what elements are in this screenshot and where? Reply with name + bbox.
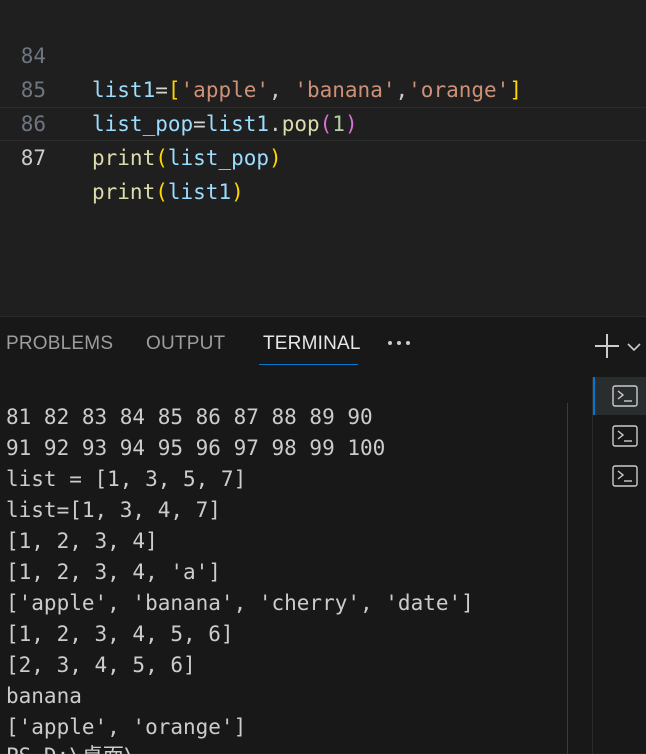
- line-number: 87: [20, 146, 46, 170]
- terminal-line: [2, 3, 4, 5, 6]: [6, 653, 196, 677]
- terminal-icon: [612, 385, 638, 407]
- terminal-session-3[interactable]: [593, 457, 646, 495]
- code-line-86[interactable]: 86 print(list_pop): [0, 73, 646, 170]
- bottom-panel: PROBLEMS OUTPUT TERMINAL 81 82 83 84 85 …: [0, 316, 646, 754]
- terminal-line: 91 92 93 94 95 96 97 98 99 100: [6, 436, 386, 460]
- more-actions-icon[interactable]: [386, 335, 412, 351]
- tab-output[interactable]: OUTPUT: [146, 333, 225, 355]
- terminal-icon: [612, 465, 638, 487]
- terminal-prompt[interactable]: PS D:\桌面\: [6, 741, 137, 754]
- code-line-87[interactable]: 87 print(list1): [0, 107, 646, 204]
- code-editor[interactable]: 84 list1=['apple', 'banana','orange'] 85…: [0, 0, 646, 316]
- code-token: print: [92, 180, 156, 204]
- code-text[interactable]: print(list_pop): [92, 141, 282, 175]
- code-text[interactable]: print(list1): [92, 175, 244, 209]
- terminal-line: [1, 2, 3, 4, 5, 6]: [6, 622, 234, 646]
- terminal-line: 81 82 83 84 85 86 87 88 89 90: [6, 405, 373, 429]
- code-token: ): [231, 180, 244, 204]
- code-token: print: [92, 146, 156, 170]
- terminal-session-list: [592, 377, 646, 754]
- terminal-line: banana: [6, 684, 82, 708]
- terminal-session-2[interactable]: [593, 417, 646, 455]
- terminal-line: [1, 2, 3, 4]: [6, 529, 158, 553]
- terminal-icon: [612, 425, 638, 447]
- code-token: list1: [167, 180, 232, 204]
- new-terminal-icon[interactable]: [594, 333, 620, 359]
- chevron-down-icon[interactable]: [626, 339, 642, 355]
- tab-problems[interactable]: PROBLEMS: [6, 333, 113, 355]
- terminal-output[interactable]: 81 82 83 84 85 86 87 88 89 90 91 92 93 9…: [0, 377, 568, 754]
- code-line-85[interactable]: 85 list_pop=list1.pop(1): [0, 39, 646, 136]
- terminal-session-1[interactable]: [593, 377, 646, 415]
- code-line-84[interactable]: 84 list1=['apple', 'banana','orange']: [0, 5, 646, 102]
- code-token: ): [269, 146, 282, 170]
- tab-terminal[interactable]: TERMINAL: [263, 333, 361, 355]
- code-token: (: [155, 180, 168, 204]
- active-tab-indicator: [259, 364, 358, 365]
- terminal-line: list = [1, 3, 5, 7]: [6, 467, 247, 491]
- code-token: (: [155, 146, 168, 170]
- terminal-line: ['apple', 'banana', 'cherry', 'date']: [6, 591, 474, 615]
- terminal-line: list=[1, 3, 4, 7]: [6, 498, 221, 522]
- terminal-line: [1, 2, 3, 4, 'a']: [6, 560, 221, 584]
- terminal-scrollbar-track[interactable]: [567, 403, 568, 754]
- terminal-line: ['apple', 'orange']: [6, 715, 247, 739]
- code-token: list_pop: [167, 146, 270, 170]
- panel-tab-bar: PROBLEMS OUTPUT TERMINAL: [0, 317, 646, 373]
